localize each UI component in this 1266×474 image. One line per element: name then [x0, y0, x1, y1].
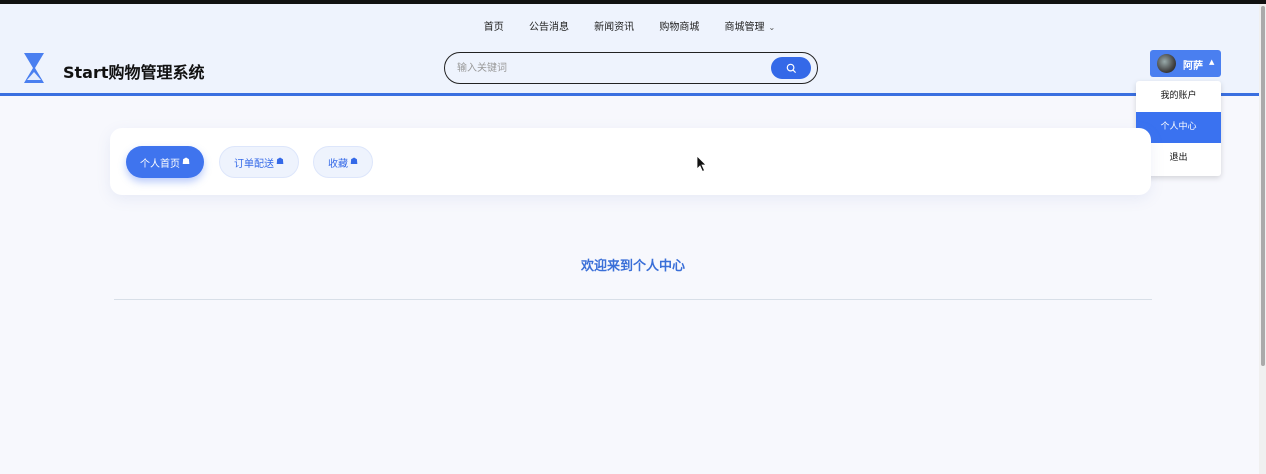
- tab-label: 个人首页: [140, 158, 180, 170]
- nav-item-mall-management[interactable]: 商城管理 ⌄: [725, 18, 776, 33]
- search-icon: [786, 63, 796, 73]
- top-nav: 首页 公告消息 新闻资讯 购物商城 商城管理 ⌄: [0, 18, 1259, 33]
- caret-up-icon: ▲: [1209, 58, 1215, 66]
- user-name: 阿萨: [1183, 61, 1203, 72]
- nav-item-shop[interactable]: 购物商城: [659, 18, 699, 33]
- tab-favorites[interactable]: 收藏 ☗: [313, 146, 374, 178]
- nav-item-mall-management-label: 商城管理: [724, 22, 765, 33]
- app-title: Start购物管理系统: [63, 63, 205, 82]
- search-input[interactable]: [457, 60, 757, 76]
- nav-item-home[interactable]: 首页: [484, 18, 504, 33]
- tab-order-delivery[interactable]: 订单配送 ☗: [219, 146, 300, 178]
- menu-item-my-account[interactable]: 我的账户: [1136, 81, 1221, 112]
- tab-card: 个人首页 ☗ 订单配送 ☗ 收藏 ☗: [110, 128, 1151, 195]
- user-menu-button[interactable]: 阿萨 ▲: [1150, 50, 1221, 77]
- mouse-cursor-icon: [696, 155, 707, 173]
- home-icon: ☗: [276, 157, 285, 167]
- home-icon: ☗: [350, 157, 359, 167]
- nav-item-announcements[interactable]: 公告消息: [529, 18, 569, 33]
- chevron-down-icon: ⌄: [768, 23, 776, 32]
- divider: [114, 299, 1152, 300]
- header: 首页 公告消息 新闻资讯 购物商城 商城管理 ⌄ Start购物管理系统: [0, 4, 1259, 96]
- search-bar: [444, 52, 818, 84]
- search-button[interactable]: [771, 57, 811, 79]
- avatar: [1157, 54, 1176, 73]
- nav-item-news[interactable]: 新闻资讯: [594, 18, 634, 33]
- scrollbar-thumb[interactable]: [1261, 6, 1265, 366]
- tab-label: 收藏: [328, 158, 348, 170]
- tab-label: 订单配送: [234, 158, 274, 170]
- home-icon: ☗: [182, 157, 191, 167]
- tab-personal-home[interactable]: 个人首页 ☗: [126, 146, 205, 178]
- hourglass-logo-icon: [24, 53, 44, 83]
- welcome-heading: 欢迎来到个人中心: [580, 259, 685, 274]
